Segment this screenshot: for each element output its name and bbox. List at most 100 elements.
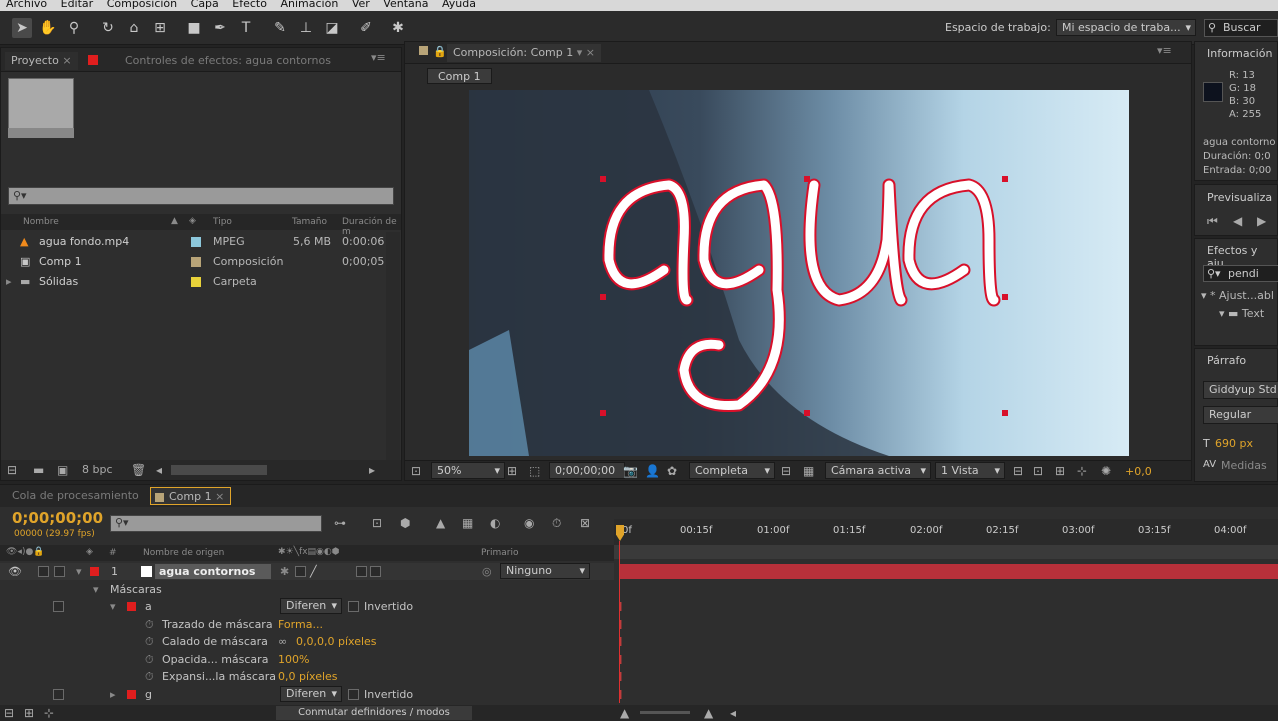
menu-composicion[interactable]: Composición	[107, 0, 177, 9]
inverted-checkbox[interactable]	[348, 689, 359, 700]
rotate-tool-icon[interactable]: ↻	[98, 18, 118, 38]
exposure-icon[interactable]: ✺	[1101, 463, 1111, 479]
expand-layer-switches-icon[interactable]: ⊟	[4, 705, 14, 721]
lock-icon[interactable]: 🔒	[433, 45, 447, 58]
shy-switch-icon[interactable]: ✱	[280, 563, 289, 580]
pen-tool-icon[interactable]: ✒	[210, 18, 230, 38]
col-name[interactable]: Nombre	[23, 217, 59, 227]
roto-brush-tool-icon[interactable]: ✐	[356, 18, 376, 38]
stopwatch-icon[interactable]: ⏱	[145, 651, 154, 668]
parent-dropdown[interactable]: Ninguno ▾	[500, 563, 590, 579]
tab-comp-1[interactable]: Comp 1 ×	[150, 487, 232, 505]
mask-mode-dropdown[interactable]: Diferen ▾	[280, 686, 342, 702]
stopwatch-icon[interactable]: ⏱	[145, 616, 154, 633]
eraser-tool-icon[interactable]: ◪	[322, 18, 342, 38]
keyframe-marker[interactable]: I	[619, 671, 623, 683]
mask-opacity-row[interactable]: ⏱ Opacida... máscara 100%	[0, 651, 614, 668]
comp-mini-flowchart-icon[interactable]: ⊶	[334, 515, 346, 531]
menu-efecto[interactable]: Efecto	[232, 0, 267, 9]
layer-name[interactable]: agua contornos	[155, 564, 271, 579]
camera-dropdown[interactable]: Cámara activa ▾	[825, 462, 931, 479]
mask-expansion-value[interactable]: 0,0 píxeles	[278, 668, 338, 685]
current-time-display[interactable]: 0;00;00;00	[12, 509, 103, 527]
mask-g-row[interactable]: ▸ g Diferen ▾ Invertido	[0, 686, 614, 703]
mask-mode-dropdown[interactable]: Diferen ▾	[280, 598, 342, 614]
expand-modes-icon[interactable]: ⊞	[24, 705, 34, 721]
motion-blur-icon[interactable]: ◐	[490, 515, 500, 531]
collapse-arrow-icon[interactable]: ▾	[110, 598, 116, 615]
zoom-slider[interactable]	[640, 711, 690, 714]
views-dropdown[interactable]: 1 Vista ▾	[935, 462, 1005, 479]
timeline-icon[interactable]: ⊞	[1055, 463, 1065, 479]
stopwatch-icon[interactable]: ⏱	[145, 633, 154, 650]
flowchart-icon[interactable]: ⊹	[1077, 463, 1087, 479]
toggle-pixel-aspect-icon[interactable]: ⊟	[1013, 463, 1023, 479]
channels-icon[interactable]: ✿	[667, 463, 677, 479]
lock-switch[interactable]	[54, 566, 65, 577]
mask-a-row[interactable]: ▾ a Diferen ▾ Invertido	[0, 598, 614, 615]
chevron-down-icon[interactable]: ▾	[577, 46, 583, 59]
puppet-tool-icon[interactable]: ✱	[388, 18, 408, 38]
quality-line-icon[interactable]: ╱	[310, 563, 317, 580]
project-item-comp-1[interactable]: ▣ Comp 1 Composición 0;00;05	[1, 252, 385, 272]
panel-menu-icon[interactable]: ▾≡	[371, 51, 386, 64]
toggle-switches-modes-button[interactable]: Conmutar definidores / modos	[276, 706, 472, 720]
type-tool-icon[interactable]: T	[236, 18, 256, 38]
mask-g-name[interactable]: g	[145, 686, 152, 703]
keyframe-marker[interactable]: I	[619, 689, 623, 701]
quality-switch[interactable]	[295, 566, 306, 577]
eye-icon[interactable]: 👁	[8, 563, 22, 580]
fast-render-icon[interactable]: ⊡	[1033, 463, 1043, 479]
zoom-out-icon[interactable]: ▲	[620, 705, 629, 721]
hide-shy-layers-icon[interactable]: ▲	[436, 515, 445, 531]
bpc-indicator[interactable]: 8 bpc	[82, 463, 113, 476]
frame-blending-icon[interactable]: ▦	[462, 515, 473, 531]
keyframe-marker[interactable]: I	[619, 619, 623, 631]
pan-behind-tool-icon[interactable]: ⊞	[150, 18, 170, 38]
menu-ventana[interactable]: Ventana	[383, 0, 428, 9]
tab-composition[interactable]: Composición: Comp 1 ▾ ×	[447, 44, 601, 62]
layer-duration-bar[interactable]	[620, 564, 1278, 579]
font-size-value[interactable]: 690 px	[1215, 437, 1253, 450]
close-icon[interactable]: ×	[586, 46, 595, 59]
composition-viewer[interactable]: agua	[469, 90, 1129, 456]
snapshot-icon[interactable]: 📷	[623, 463, 638, 479]
solo-switch[interactable]	[38, 566, 49, 577]
timecode-field[interactable]: 0;00;00;00	[549, 462, 625, 479]
close-icon[interactable]: ×	[215, 490, 224, 503]
inverted-checkbox[interactable]	[348, 601, 359, 612]
mask-expansion-row[interactable]: ⏱ Expansi...la máscara 0,0 píxeles	[0, 668, 614, 685]
horizontal-scrollbar-thumb[interactable]	[171, 465, 267, 475]
stopwatch-icon[interactable]: ⏱	[552, 515, 561, 531]
mask-opacity-value[interactable]: 100%	[278, 651, 309, 668]
menu-capa[interactable]: Capa	[191, 0, 219, 9]
pickwhip-icon[interactable]: ◎	[482, 563, 492, 580]
show-snapshot-icon[interactable]: 👤	[645, 463, 660, 479]
brush-tool-icon[interactable]: ✎	[270, 18, 290, 38]
first-frame-icon[interactable]: ⏮	[1207, 213, 1218, 229]
mask-feather-row[interactable]: ⏱ Calado de máscara ∞ 0,0,0,0 píxeles	[0, 633, 614, 650]
interpret-footage-icon[interactable]: ⊟	[7, 462, 17, 478]
keyframe-marker[interactable]: I	[619, 601, 623, 613]
work-area-bar[interactable]	[614, 545, 1278, 559]
kerning-value[interactable]: Medidas	[1221, 459, 1267, 472]
tab-render-queue[interactable]: Cola de procesamiento	[6, 487, 145, 505]
new-comp-icon[interactable]: ▣	[57, 462, 68, 478]
font-style-dropdown[interactable]: Regular	[1203, 406, 1278, 424]
col-type[interactable]: Tipo	[213, 217, 232, 227]
stopwatch-icon[interactable]: ⏱	[145, 668, 154, 685]
scroll-left-icon[interactable]: ◂	[730, 705, 736, 721]
fast-previews-icon[interactable]: ⊟	[781, 463, 791, 479]
menu-ver[interactable]: Ver	[352, 0, 370, 9]
scroll-right-icon[interactable]: ▸	[369, 462, 375, 478]
draft-3d-icon[interactable]: ⬢	[400, 515, 410, 531]
graph-editor-icon[interactable]: ⊠	[580, 515, 590, 531]
rectangle-tool-icon[interactable]: ■	[184, 18, 204, 38]
workspace-dropdown[interactable]: Mi espacio de traba... ▾	[1056, 19, 1196, 36]
safe-zones-icon[interactable]: ⊞	[507, 463, 517, 479]
menu-animacion[interactable]: Animación	[280, 0, 338, 9]
clone-stamp-tool-icon[interactable]: ⊥	[296, 18, 316, 38]
menu-editar[interactable]: Editar	[61, 0, 94, 9]
keyframe-marker[interactable]: I	[619, 654, 623, 666]
mask-a-name[interactable]: a	[145, 598, 152, 615]
